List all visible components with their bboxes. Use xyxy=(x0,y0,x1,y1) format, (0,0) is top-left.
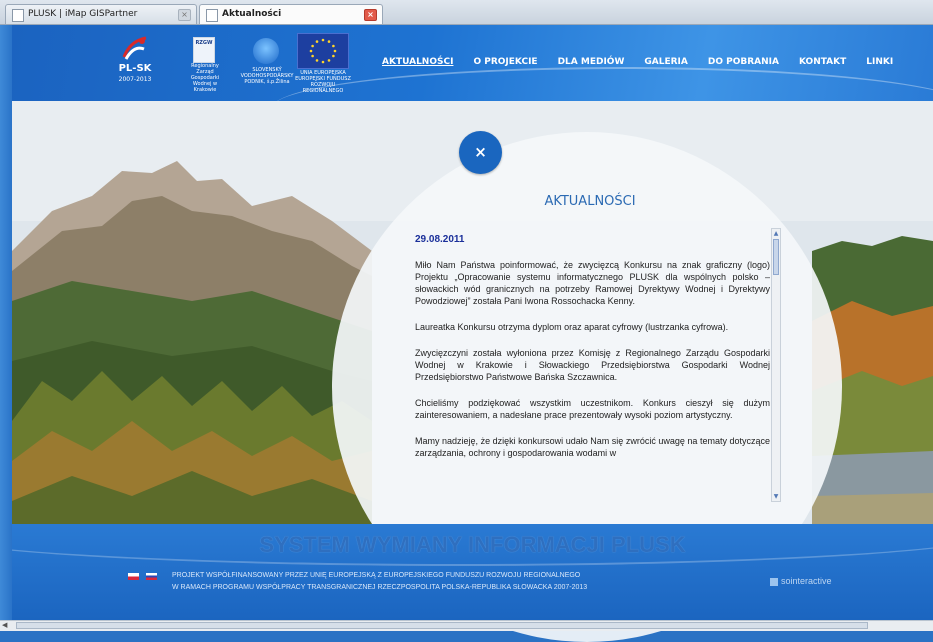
eu-name: UNIA EUROPEJSKA EUROPEJSKI FUNDUSZ ROZWO… xyxy=(291,70,355,94)
polish-flag-icon[interactable] xyxy=(128,573,139,580)
nav-aktualnosci[interactable]: AKTUALNOŚCI xyxy=(382,57,453,67)
footer-funding-text: PROJEKT WSPÓŁFINANSOWANY PRZEZ UNIĘ EURO… xyxy=(172,570,587,594)
nav-linki[interactable]: LINKI xyxy=(866,57,893,67)
plsk-figure-icon xyxy=(122,36,147,60)
close-tab-icon[interactable]: × xyxy=(178,9,191,21)
news-paragraph: Mamy nadzieję, że dzięki konkursowi udał… xyxy=(415,436,770,458)
eu-logo[interactable]: UNIA EUROPEJSKA EUROPEJSKI FUNDUSZ ROZWO… xyxy=(295,33,351,94)
footer-line-2: W RAMACH PROGRAMU WSPÓŁPRACY TRANSGRANIC… xyxy=(172,584,588,591)
horizontal-scroll-thumb[interactable] xyxy=(16,622,868,629)
main-navigation: AKTUALNOŚCI O PROJEKCIE DLA MEDIÓW GALER… xyxy=(382,57,913,67)
news-date: 29.08.2011 xyxy=(415,234,465,245)
close-panel-button[interactable]: × xyxy=(459,131,502,174)
eu-flag-icon xyxy=(297,33,349,69)
site-header: PL-SK 2007-2013 RZGW Regionalny Zarząd G… xyxy=(12,25,933,101)
tab-label: PLUSK | iMap GISPartner xyxy=(28,9,138,19)
nav-do-pobrania[interactable]: DO POBRANIA xyxy=(708,57,779,67)
site-footer: SYSTEM WYMIANY INFORMACJI PLUSK PROJEKT … xyxy=(12,524,933,620)
sointeractive-logo[interactable]: sointeractive xyxy=(770,576,832,586)
news-paragraph: Laureatka Konkursu otrzyma dyplom oraz a… xyxy=(415,322,729,332)
close-tab-icon[interactable]: × xyxy=(364,9,377,21)
nav-dla-mediow[interactable]: DLA MEDIÓW xyxy=(558,57,625,67)
scroll-left-icon[interactable]: ◀ xyxy=(2,621,7,629)
panel-title: AKTUALNOŚCI xyxy=(544,194,636,209)
scroll-down-icon[interactable]: ▼ xyxy=(772,492,780,501)
page-icon xyxy=(12,9,24,22)
news-paragraph: Chcieliśmy podziękować wszystkim uczestn… xyxy=(415,398,770,420)
scroll-up-icon[interactable]: ▲ xyxy=(772,229,780,238)
plsk-logo[interactable]: PL-SK 2007-2013 xyxy=(110,33,160,93)
svp-name: SLOVENSKÝ VODOHOSPODÁRSKY PODNIK, š.p.Ži… xyxy=(240,67,294,85)
water-drop-icon xyxy=(253,38,279,64)
eu-fund-text: EUROPEJSKI FUNDUSZ ROZWOJU REGIONALNEGO xyxy=(295,76,351,94)
article-scrollbar[interactable]: ▲ ▼ xyxy=(771,228,781,502)
browser-tab-aktualnosci[interactable]: Aktualności × xyxy=(199,4,383,24)
nav-kontakt[interactable]: KONTAKT xyxy=(799,57,846,67)
tab-label: Aktualności xyxy=(222,9,282,19)
footer-title: SYSTEM WYMIANY INFORMACJI PLUSK xyxy=(259,532,686,557)
scroll-thumb[interactable] xyxy=(773,239,779,275)
nav-o-projekcie[interactable]: O PROJEKCIE xyxy=(473,57,537,67)
left-border xyxy=(0,25,12,620)
rzgw-logo[interactable]: RZGW Regionalny Zarząd Gospodarki Wodnej… xyxy=(182,33,228,93)
plsk-label: PL-SK xyxy=(118,63,152,74)
plsk-years: 2007-2013 xyxy=(118,76,152,83)
news-paragraph: Zwycięzczyni została wyłoniona przez Kom… xyxy=(415,348,770,382)
header-swoosh xyxy=(272,67,933,101)
browser-tab-plusk[interactable]: PLUSK | iMap GISPartner × xyxy=(5,4,197,24)
svp-logo[interactable]: SLOVENSKÝ VODOHOSPODÁRSKY PODNIK, š.p.Ži… xyxy=(240,33,294,93)
news-paragraph: Miło Nam Państwa poinformować, że zwycię… xyxy=(415,260,770,306)
slovak-flag-icon[interactable] xyxy=(146,573,157,580)
browser-tab-bar: PLUSK | iMap GISPartner × Aktualności × xyxy=(0,0,933,25)
rzgw-emblem-icon: RZGW xyxy=(193,37,215,63)
news-article: 29.08.2011 Miło Nam Państwa poinformować… xyxy=(414,234,770,524)
page-icon xyxy=(206,9,218,22)
rzgw-name: Regionalny Zarząd Gospodarki Wodnej w Kr… xyxy=(190,63,220,93)
page-horizontal-scrollbar[interactable]: ◀ xyxy=(0,620,933,631)
footer-line-1: PROJEKT WSPÓŁFINANSOWANY PRZEZ UNIĘ EURO… xyxy=(172,572,581,579)
nav-galeria[interactable]: GALERIA xyxy=(644,57,687,67)
rzgw-label: RZGW xyxy=(195,40,213,46)
brand-label: sointeractive xyxy=(781,576,832,586)
brand-square-icon xyxy=(770,577,778,586)
